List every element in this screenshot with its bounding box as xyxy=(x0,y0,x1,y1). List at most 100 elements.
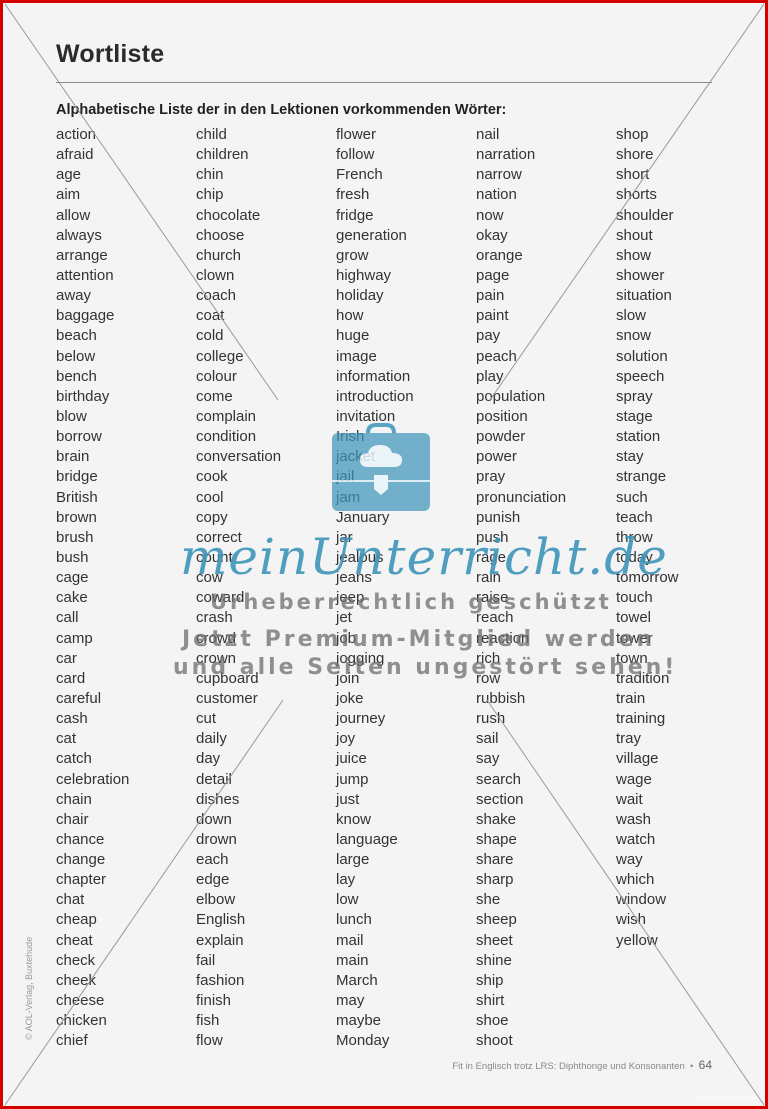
word-item: chair xyxy=(56,810,89,828)
word-item: solution xyxy=(616,347,668,365)
word-item: speech xyxy=(616,367,665,385)
word-item: shape xyxy=(476,830,517,848)
word-item: teach xyxy=(616,508,653,526)
word-item: cheese xyxy=(56,992,105,1010)
word-item: chat xyxy=(56,891,85,909)
page-footer: Fit in Englisch trotz LRS: Diphthonge un… xyxy=(452,1058,712,1072)
word-item: cash xyxy=(56,710,88,728)
word-item: cold xyxy=(196,327,224,345)
word-item: short xyxy=(616,166,650,184)
word-item: British xyxy=(56,488,98,506)
footer-book-title: Fit in Englisch trotz LRS: Diphthonge un… xyxy=(452,1061,685,1072)
word-item: ship xyxy=(476,971,504,989)
word-item: sail xyxy=(476,730,499,748)
word-item: cheat xyxy=(56,931,93,949)
word-item: stay xyxy=(616,448,644,466)
word-item: careful xyxy=(56,689,102,707)
word-item: population xyxy=(476,387,546,405)
word-column-2: child children chin chip chocolate choose chur… xyxy=(196,125,336,1051)
word-item: flower xyxy=(336,126,377,143)
word-item: chocolate xyxy=(196,206,261,224)
word-item: chain xyxy=(56,790,92,808)
word-item: joke xyxy=(336,689,364,707)
word-item: pray xyxy=(476,468,506,486)
word-item: paint xyxy=(476,307,509,325)
word-item: children xyxy=(196,146,249,164)
word-item: narration xyxy=(476,146,536,164)
word-item: mail xyxy=(336,931,364,949)
word-item: powder xyxy=(476,428,526,446)
word-item: lay xyxy=(336,871,356,889)
word-item: chin xyxy=(196,166,224,184)
word-item: call xyxy=(56,609,79,627)
word-item: okay xyxy=(476,226,508,244)
word-item: nation xyxy=(476,186,517,204)
word-item: cheek xyxy=(56,971,97,989)
word-item: way xyxy=(616,851,643,869)
word-item: coach xyxy=(196,287,237,305)
word-item: chapter xyxy=(56,871,107,889)
word-item: holiday xyxy=(336,287,384,305)
word-item: jump xyxy=(336,770,369,788)
word-item: come xyxy=(196,387,233,405)
word-item: wait xyxy=(616,790,643,808)
word-item: wish xyxy=(616,911,647,929)
word-item: shorts xyxy=(616,186,657,204)
word-item: college xyxy=(196,347,244,365)
word-item: edge xyxy=(196,871,230,889)
footer-separator: • xyxy=(690,1061,694,1072)
word-item: information xyxy=(336,367,411,385)
word-item: brain xyxy=(56,448,90,466)
word-item: may xyxy=(336,992,365,1010)
word-item: fail xyxy=(196,951,216,969)
word-item: catch xyxy=(56,750,92,768)
word-item: condition xyxy=(196,428,257,446)
word-item: attention xyxy=(56,266,114,284)
word-item: low xyxy=(336,891,359,909)
word-item: Monday xyxy=(336,1032,390,1050)
word-item: allow xyxy=(56,206,91,224)
word-item: know xyxy=(336,810,372,828)
word-item: peach xyxy=(476,347,517,365)
word-item: shout xyxy=(616,226,653,244)
word-item: celebration xyxy=(56,770,130,788)
word-item: joy xyxy=(336,730,356,748)
word-item: explain xyxy=(196,931,244,949)
list-heading: Alphabetische Liste der in den Lektionen… xyxy=(56,102,507,118)
briefcase-cloud-icon xyxy=(332,423,430,511)
word-item: each xyxy=(196,851,229,869)
watermark-copyright-line: Urheberrechtlich geschützt xyxy=(210,590,612,614)
word-item: shake xyxy=(476,810,517,828)
word-item: aim xyxy=(56,186,81,204)
word-item: watch xyxy=(616,830,656,848)
word-item: arrange xyxy=(56,246,108,264)
word-item: French xyxy=(336,166,383,184)
word-item: shower xyxy=(616,266,665,284)
word-item: search xyxy=(476,770,522,788)
word-item: below xyxy=(56,347,96,365)
word-item: power xyxy=(476,448,517,466)
word-item: maybe xyxy=(336,1012,382,1030)
word-item: punish xyxy=(476,508,521,526)
word-item: flow xyxy=(196,1032,223,1050)
word-item: check xyxy=(56,951,96,969)
word-item: sheet xyxy=(476,931,513,949)
word-item: detail xyxy=(196,770,232,788)
word-item: borrow xyxy=(56,428,102,446)
word-item: slow xyxy=(616,307,647,325)
corner-watermark: meinUnterricht.de xyxy=(694,1094,758,1103)
word-item: nail xyxy=(476,126,500,143)
word-item: colour xyxy=(196,367,237,385)
word-item: play xyxy=(476,367,504,385)
word-item: shore xyxy=(616,146,654,164)
word-item: show xyxy=(616,246,652,264)
word-item: down xyxy=(196,810,232,828)
title-divider xyxy=(56,82,712,83)
word-item: copy xyxy=(196,508,228,526)
word-item: say xyxy=(476,750,500,768)
word-item: chance xyxy=(56,830,105,848)
word-item: sharp xyxy=(476,871,514,889)
word-item: always xyxy=(56,226,102,244)
word-item: window xyxy=(616,891,667,909)
word-item: snow xyxy=(616,327,652,345)
